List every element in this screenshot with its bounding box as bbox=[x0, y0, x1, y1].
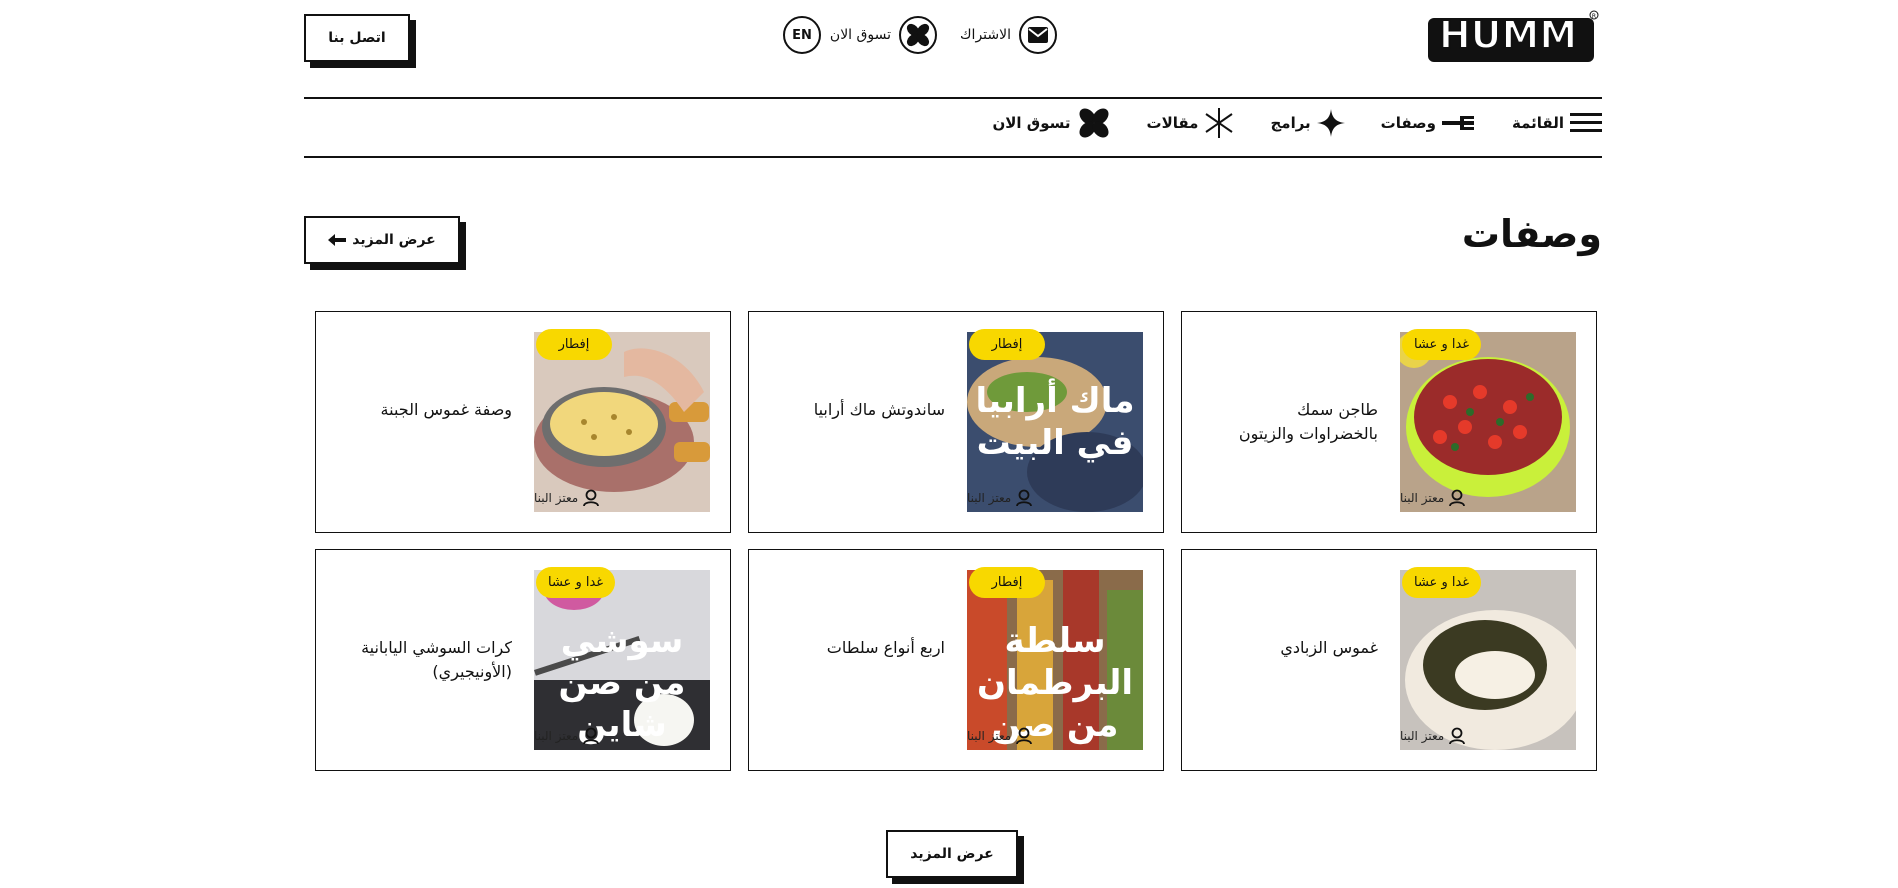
author-name: معتز البنا bbox=[967, 729, 1012, 743]
propeller-icon bbox=[899, 16, 937, 54]
nav-item-articles[interactable]: مقالات bbox=[1147, 108, 1235, 138]
logo-text: HUMM bbox=[1439, 13, 1577, 57]
svg-text:R: R bbox=[1592, 13, 1596, 20]
recipe-title[interactable]: وصفة غموس الجبنة bbox=[352, 398, 512, 422]
recipe-title[interactable]: كرات السوشي اليابانية (الأونيجيري) bbox=[352, 636, 512, 684]
main-nav: القائمة وصفات برامج مقالات تسوق الان bbox=[992, 106, 1602, 140]
nav-item-recipes[interactable]: وصفات bbox=[1381, 114, 1476, 132]
recipe-title[interactable]: غموس الزبادي bbox=[1218, 636, 1378, 660]
recipe-card[interactable]: غدا و عشا غموس الزبادي معتز البنا bbox=[1181, 549, 1597, 771]
divider-bottom bbox=[304, 156, 1602, 158]
recipe-card[interactable]: سوشي من صن شاين غدا و عشا كرات السوشي ال… bbox=[315, 549, 731, 771]
propeller-icon bbox=[1079, 108, 1108, 138]
user-icon bbox=[1016, 489, 1033, 507]
recipe-author[interactable]: معتز البنا bbox=[534, 489, 600, 507]
nav-label-shop: تسوق الان bbox=[992, 114, 1071, 132]
divider-top bbox=[304, 97, 1602, 99]
image-overlay-text: ماك أرابيا في البيت bbox=[975, 381, 1135, 463]
category-badge[interactable]: غدا و عشا bbox=[1402, 329, 1482, 360]
recipe-author[interactable]: معتز البنا bbox=[967, 489, 1033, 507]
sparkle-icon bbox=[1316, 109, 1345, 137]
recipe-title[interactable]: طاجن سمك بالخضراوات والزيتون bbox=[1218, 398, 1378, 446]
recipe-card[interactable]: إفطار وصفة غموس الجبنة معتز البنا bbox=[315, 311, 731, 533]
arrow-left-icon bbox=[328, 234, 347, 246]
language-switch[interactable]: EN bbox=[783, 16, 821, 54]
category-badge[interactable]: إفطار bbox=[969, 329, 1045, 360]
view-more-label: عرض المزيد bbox=[352, 232, 436, 248]
nav-item-shop[interactable]: تسوق الان bbox=[992, 106, 1110, 140]
nav-label-articles: مقالات bbox=[1146, 114, 1199, 132]
category-badge[interactable]: غدا و عشا bbox=[536, 567, 616, 598]
recipe-author[interactable]: معتز البنا bbox=[534, 727, 600, 745]
nav-label-recipes: وصفات bbox=[1380, 114, 1436, 132]
mail-icon bbox=[1019, 16, 1057, 54]
view-more-button[interactable]: عرض المزيد bbox=[304, 216, 460, 264]
page: HUMM R الاشتراك تسوق الان EN اتصل بنا ال… bbox=[304, 0, 1602, 888]
recipe-title[interactable]: ساندوتش ماك أرابيا bbox=[785, 398, 945, 422]
asterisk-icon bbox=[1205, 108, 1234, 138]
contact-button[interactable]: اتصل بنا bbox=[304, 14, 410, 62]
subscribe-link[interactable]: الاشتراك bbox=[960, 16, 1057, 54]
shop-label: تسوق الان bbox=[829, 27, 891, 43]
author-name: معتز البنا bbox=[1400, 729, 1445, 743]
load-more-button[interactable]: عرض المزيد bbox=[886, 830, 1018, 878]
recipe-grid: غدا و عشا طاجن سمك بالخضراوات والزيتون م… bbox=[312, 311, 1597, 771]
shop-link[interactable]: تسوق الان bbox=[830, 16, 937, 54]
category-badge[interactable]: إفطار bbox=[969, 567, 1045, 598]
humm-logo[interactable]: HUMM R bbox=[1422, 8, 1602, 66]
user-icon bbox=[583, 727, 600, 745]
recipe-title[interactable]: اربع أنواع سلطات bbox=[785, 636, 945, 660]
nav-item-menu[interactable]: القائمة bbox=[1512, 111, 1602, 135]
recipe-card[interactable]: ماك أرابيا في البيت إفطار ساندوتش ماك أر… bbox=[748, 311, 1164, 533]
language-label: EN bbox=[783, 16, 821, 54]
nav-label-menu: القائمة bbox=[1512, 114, 1564, 132]
user-icon bbox=[1449, 727, 1466, 745]
author-name: معتز البنا bbox=[1400, 491, 1445, 505]
recipe-author[interactable]: معتز البنا bbox=[1400, 727, 1466, 745]
author-name: معتز البنا bbox=[967, 491, 1012, 505]
recipe-author[interactable]: معتز البنا bbox=[967, 727, 1033, 745]
user-icon bbox=[1016, 727, 1033, 745]
user-icon bbox=[583, 489, 600, 507]
author-name: معتز البنا bbox=[534, 491, 579, 505]
recipe-card[interactable]: سلطة البرطمان من صن شاين إفطار اربع أنوا… bbox=[748, 549, 1164, 771]
category-badge[interactable]: غدا و عشا bbox=[1402, 567, 1482, 598]
nav-item-programs[interactable]: برامج bbox=[1270, 109, 1345, 137]
section-title: وصفات bbox=[1461, 212, 1602, 256]
category-badge[interactable]: إفطار bbox=[536, 329, 612, 360]
utensil-icon bbox=[1442, 116, 1474, 130]
subscribe-label: الاشتراك bbox=[960, 27, 1011, 43]
author-name: معتز البنا bbox=[534, 729, 579, 743]
nav-label-programs: برامج bbox=[1270, 114, 1311, 132]
user-icon bbox=[1449, 489, 1466, 507]
menu-icon bbox=[1570, 113, 1602, 132]
recipe-author[interactable]: معتز البنا bbox=[1400, 489, 1466, 507]
recipe-card[interactable]: غدا و عشا طاجن سمك بالخضراوات والزيتون م… bbox=[1181, 311, 1597, 533]
